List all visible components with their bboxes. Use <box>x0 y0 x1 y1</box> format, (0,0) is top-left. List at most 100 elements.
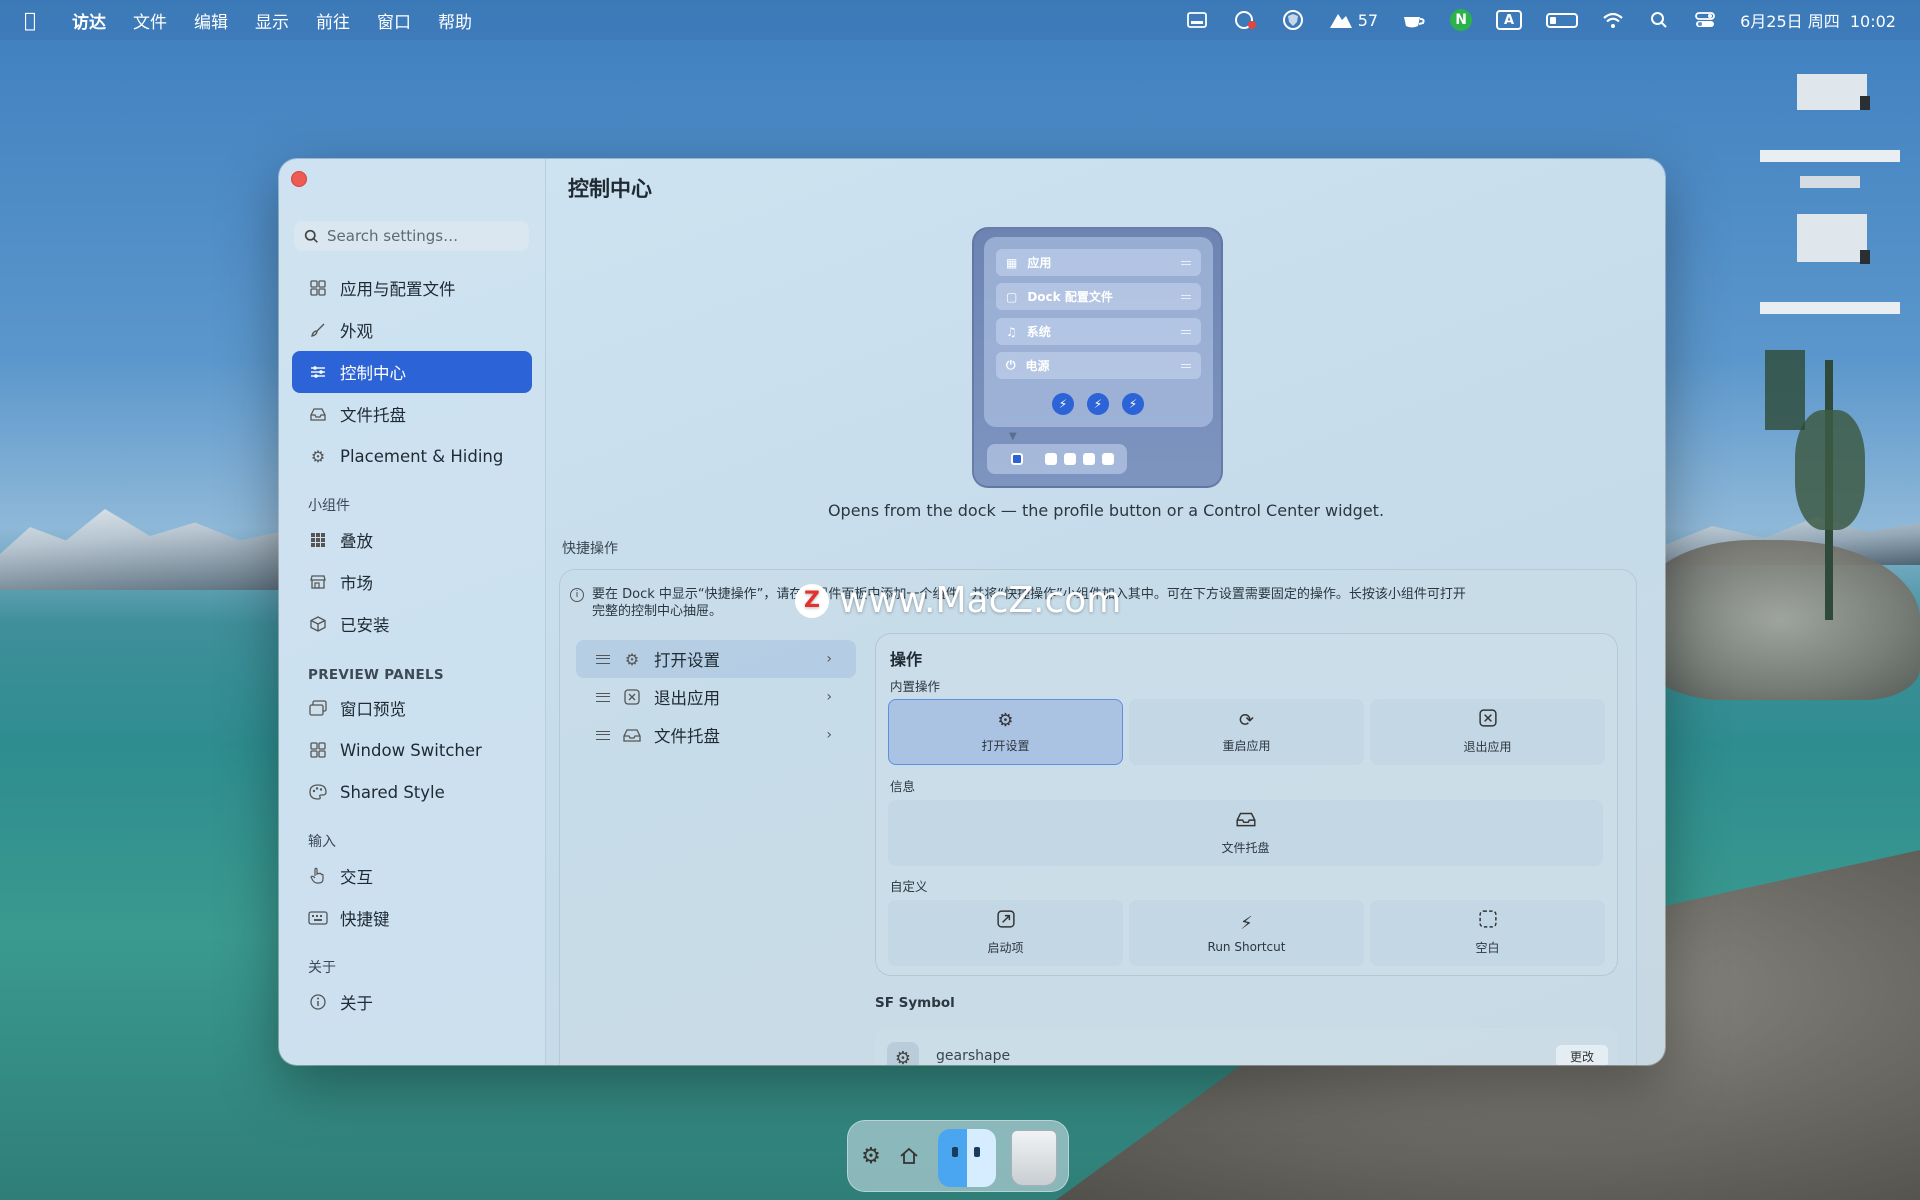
op-tile-open-settings[interactable]: ⚙ 打开设置 <box>888 699 1123 765</box>
sf-symbol-name: gearshape <box>936 1048 1011 1064</box>
menu-go[interactable]: 前往 <box>316 8 350 33</box>
sidebar-item-market[interactable]: 市场 <box>292 561 532 603</box>
close-window-button[interactable] <box>291 171 307 187</box>
sf-symbol-row: ⚙ gearshape 更改 <box>875 1028 1618 1065</box>
menu-view[interactable]: 显示 <box>255 8 289 33</box>
store-icon <box>308 572 328 592</box>
operations-title: 操作 <box>890 650 923 669</box>
preview-row-power: ⏻ 电源 <box>996 352 1201 379</box>
drag-handle-icon[interactable] <box>596 692 610 702</box>
preview-caption: Opens from the dock — the profile button… <box>827 501 1385 520</box>
sidebar-item-label: 应用与配置文件 <box>340 280 456 299</box>
settings-gear-icon[interactable]: ⚙ <box>856 1141 886 1171</box>
sidebar-item-label: 窗口预览 <box>340 700 406 719</box>
sidebar-item-apps-profiles[interactable]: 应用与配置文件 <box>292 267 532 309</box>
sidebar-item-label: 控制中心 <box>340 364 406 383</box>
grid-icon <box>308 278 328 298</box>
sidebar-item-window-preview[interactable]: 窗口预览 <box>292 687 532 729</box>
sidebar-section-widgets: 小组件 <box>308 498 350 514</box>
search-icon <box>304 229 318 243</box>
battery-icon[interactable] <box>1546 12 1579 28</box>
bolt-icon: ⚡ <box>1122 393 1144 415</box>
op-tile-restart-app[interactable]: ⟳ 重启应用 <box>1129 699 1364 765</box>
quick-action-open-settings[interactable]: ⚙ 打开设置 › <box>576 640 856 678</box>
op-tile-file-tray[interactable]: 文件托盘 <box>888 800 1603 866</box>
op-tile-run-shortcut[interactable]: ⚡ Run Shortcut <box>1129 900 1364 966</box>
sidebar-item-label: 市场 <box>340 574 373 593</box>
drag-handle-icon[interactable] <box>596 730 610 740</box>
quick-action-file-tray[interactable]: 文件托盘 › <box>576 716 856 754</box>
caret-down-icon: ▼ <box>1009 431 1017 442</box>
xmark-square-icon <box>1478 709 1497 732</box>
quick-action-quit-app[interactable]: 退出应用 › <box>576 678 856 716</box>
coffee-icon[interactable] <box>1402 9 1426 31</box>
search-icon[interactable] <box>1648 9 1670 31</box>
gear-icon: ⚙ <box>997 710 1014 731</box>
finder-icon[interactable] <box>937 1128 997 1188</box>
folder-icon: ▢ <box>1006 289 1018 304</box>
sidebar-item-interaction[interactable]: 交互 <box>292 855 532 897</box>
change-symbol-button[interactable]: 更改 <box>1555 1045 1608 1065</box>
sf-symbol-label: SF Symbol <box>875 995 955 1011</box>
sidebar-item-placement-hiding[interactable]: ⚙ Placement & Hiding <box>292 435 532 477</box>
preview-row-label: 电源 <box>1025 359 1050 373</box>
weather-icon[interactable]: 57 <box>1328 9 1378 31</box>
info-icon <box>308 992 328 1012</box>
sidebar: 应用与配置文件 外观 控制中心 文件托盘 ⚙ Placement & Hidin… <box>279 159 546 1065</box>
quick-actions-panel: i 要在 Dock 中显示“快捷操作”，请在小组件面板中添加一个组件，并将“快捷… <box>559 569 1637 1065</box>
hand-pointer-icon <box>308 866 328 886</box>
sidebar-item-label: 关于 <box>340 994 373 1013</box>
sidebar-item-appearance[interactable]: 外观 <box>292 309 532 351</box>
custom-ops-label: 自定义 <box>890 879 928 894</box>
apple-menu-icon[interactable]:  <box>24 8 46 32</box>
op-tile-label: 文件托盘 <box>1221 841 1270 855</box>
op-tile-blank[interactable]: 空白 <box>1370 900 1605 966</box>
gear-icon: ⚙ <box>310 446 326 466</box>
gear-icon: ⚙ <box>887 1042 919 1065</box>
drag-handle-icon[interactable] <box>596 654 610 664</box>
sidebar-item-control-center[interactable]: 控制中心 <box>292 351 532 393</box>
sidebar-item-label: 已安装 <box>340 616 390 635</box>
shield-icon[interactable] <box>1282 9 1304 31</box>
sliders-icon <box>308 362 328 382</box>
menu-finder[interactable]: 访达 <box>72 8 106 33</box>
preview-row-label: 系统 <box>1026 325 1051 339</box>
clock[interactable]: 6月25日 周四 10:02 <box>1740 8 1896 32</box>
input-source-icon[interactable]: A <box>1496 10 1523 30</box>
n-app-icon[interactable]: N <box>1450 9 1473 31</box>
sidebar-item-about[interactable]: 关于 <box>292 981 532 1023</box>
trash-icon[interactable] <box>1006 1129 1062 1187</box>
op-tile-quit-app[interactable]: 退出应用 <box>1370 699 1605 765</box>
sidebar-item-installed[interactable]: 已安装 <box>292 603 532 645</box>
sidebar-item-label: Placement & Hiding <box>340 446 504 466</box>
menu-edit[interactable]: 编辑 <box>194 8 228 33</box>
sidebar-item-file-tray[interactable]: 文件托盘 <box>292 393 532 435</box>
watermark-text: www.MacZ.com <box>839 580 1122 621</box>
quick-action-label: 退出应用 <box>654 689 720 708</box>
op-tile-launch-item[interactable]: 启动项 <box>888 900 1123 966</box>
sidebar-item-shared-style[interactable]: Shared Style <box>292 771 532 813</box>
sidebar-item-stack[interactable]: 叠放 <box>292 519 532 561</box>
search-field[interactable] <box>294 221 529 251</box>
search-input[interactable] <box>327 227 517 245</box>
wifi-icon[interactable] <box>1602 9 1624 31</box>
menu-file[interactable]: 文件 <box>133 8 167 33</box>
op-tile-label: 空白 <box>1475 941 1500 955</box>
paintbrush-icon <box>308 320 328 340</box>
windows-icon <box>308 698 328 718</box>
drag-handle-icon <box>1181 329 1191 334</box>
menu-help[interactable]: 帮助 <box>438 8 472 33</box>
home-icon[interactable] <box>894 1141 924 1171</box>
sidebar-item-window-switcher[interactable]: Window Switcher <box>292 729 532 771</box>
control-center-icon[interactable] <box>1694 9 1716 31</box>
watermark: Z www.MacZ.com <box>795 580 1121 621</box>
sidebar-item-shortcuts[interactable]: 快捷键 <box>292 897 532 939</box>
preview-row-label: Dock 配置文件 <box>1027 290 1113 304</box>
arrow-square-icon <box>996 910 1015 933</box>
sidebar-item-label: Shared Style <box>340 782 445 802</box>
op-tile-label: Run Shortcut <box>1207 939 1286 954</box>
display-icon[interactable] <box>1186 9 1208 31</box>
cloud-sync-icon[interactable] <box>1232 9 1258 31</box>
menu-window[interactable]: 窗口 <box>377 8 411 33</box>
quick-action-label: 文件托盘 <box>654 727 720 746</box>
